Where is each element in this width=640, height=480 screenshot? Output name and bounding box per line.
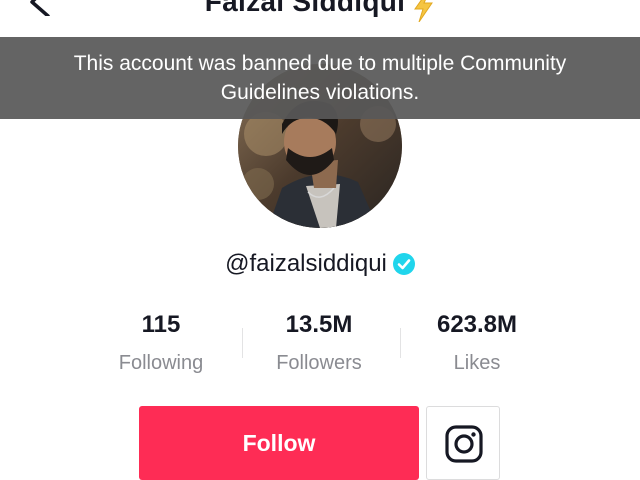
profile-screen: Faizal Siddiqui This account was banned … <box>0 0 640 480</box>
follow-button[interactable]: Follow <box>139 406 419 480</box>
banned-notice-line1: This account was banned due to multiple … <box>73 52 567 75</box>
page-title: Faizal Siddiqui <box>204 0 406 17</box>
stat-label: Followers <box>276 352 362 374</box>
stat-value: 13.5M <box>285 311 353 338</box>
instagram-button[interactable] <box>426 406 500 480</box>
more-options-button[interactable] <box>572 0 612 6</box>
header: Faizal Siddiqui <box>0 0 640 40</box>
lightning-icon <box>414 0 434 22</box>
stat-value: 623.8M <box>436 311 518 338</box>
banned-notice-line2: Guidelines violations. <box>220 81 420 104</box>
banned-notice-banner: This account was banned due to multiple … <box>0 37 640 119</box>
header-title-wrap: Faizal Siddiqui <box>0 0 640 22</box>
handle-row: @faizalsiddiqui <box>0 250 640 278</box>
stat-likes[interactable]: 623.8M Likes <box>398 310 556 376</box>
stat-label: Likes <box>453 352 501 374</box>
stat-value: 115 <box>141 311 181 338</box>
stat-following[interactable]: 115 Following <box>82 310 240 376</box>
stat-label: Following <box>118 352 204 374</box>
stat-followers[interactable]: 13.5M Followers <box>240 310 398 376</box>
more-dots-icon <box>572 0 612 6</box>
verified-badge-icon <box>392 253 415 275</box>
stats-row: 115 Following 13.5M Followers 623.8M Lik… <box>82 310 558 380</box>
username-handle: @faizalsiddiqui <box>225 250 387 277</box>
instagram-icon <box>445 425 483 463</box>
